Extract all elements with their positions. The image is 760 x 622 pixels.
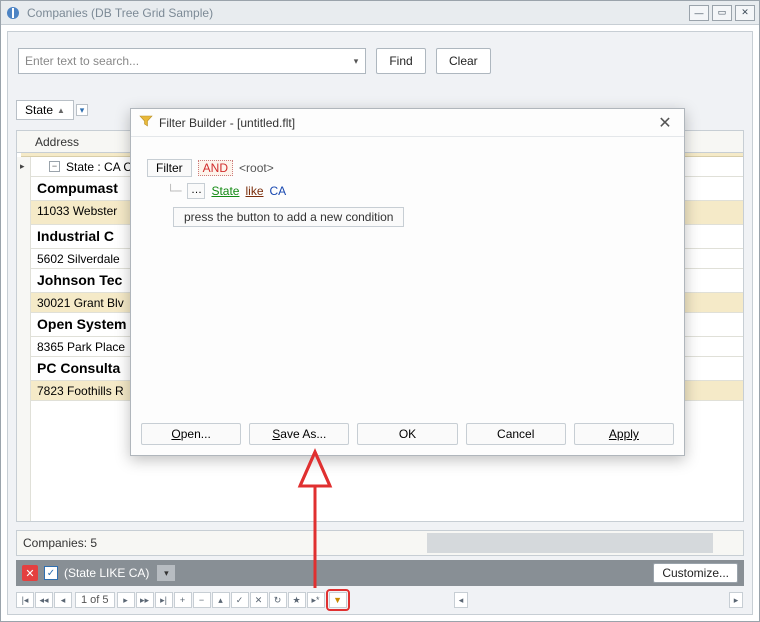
nav-edit-button[interactable]: ▴	[212, 592, 230, 608]
app-icon	[5, 5, 21, 21]
filter-root-row: Filter AND <root>	[147, 159, 674, 177]
condition-field[interactable]: State	[211, 184, 239, 198]
filter-panel: ✕ ✓ (State LIKE CA) ▾ Customize...	[16, 560, 744, 586]
chevron-right-icon[interactable]: ▸	[729, 592, 743, 608]
nav-next-page-button[interactable]: ▸▸	[136, 592, 154, 608]
filter-expression: (State LIKE CA)	[64, 566, 149, 580]
filter-label-button[interactable]: Filter	[147, 159, 192, 177]
minimize-button[interactable]: —	[689, 5, 709, 21]
nav-insert-button[interactable]: +	[174, 592, 192, 608]
customize-button[interactable]: Customize...	[653, 563, 738, 583]
nav-delete-button[interactable]: −	[193, 592, 211, 608]
condition-value[interactable]: CA	[270, 184, 287, 198]
group-by-area: State ▲ ▾	[16, 100, 88, 120]
summary-bar: Companies: 5	[16, 530, 744, 556]
tree-connector-icon: └─	[167, 184, 181, 198]
save-as-button[interactable]: Save As...	[249, 423, 349, 445]
record-navigator: |◂ ◂◂ ◂ 1 of 5 ▸ ▸▸ ▸| + − ▴ ✓ ✕ ↻ ★ ▸* …	[16, 590, 744, 610]
nav-next-button[interactable]: ▸	[117, 592, 135, 608]
nav-post-button[interactable]: ✓	[231, 592, 249, 608]
find-button[interactable]: Find	[376, 48, 426, 74]
chevron-down-icon[interactable]: ▾	[349, 51, 363, 71]
titlebar: Companies (DB Tree Grid Sample) — ▭ ✕	[1, 1, 759, 25]
nav-cancel-button[interactable]: ✕	[250, 592, 268, 608]
collapse-icon[interactable]: −	[49, 161, 60, 172]
filter-builder-dialog: Filter Builder - [untitled.flt] ✕ Filter…	[130, 108, 685, 456]
nav-page-indicator[interactable]: 1 of 5	[75, 592, 115, 608]
group-by-label: State	[25, 103, 53, 117]
condition-row: └─ … State like CA	[167, 183, 674, 199]
apply-button[interactable]: Apply	[574, 423, 674, 445]
nav-first-button[interactable]: |◂	[16, 592, 34, 608]
clear-button[interactable]: Clear	[436, 48, 491, 74]
condition-operator[interactable]: like	[245, 184, 263, 198]
close-button[interactable]: ✕	[735, 5, 755, 21]
summary-text: Companies: 5	[23, 536, 97, 550]
focused-row-indicator: ▸	[20, 161, 25, 172]
dialog-body: Filter AND <root> └─ … State like CA pre…	[141, 149, 674, 407]
nav-filter-button[interactable]: ▼	[329, 592, 347, 608]
nav-refresh-button[interactable]: ↻	[269, 592, 287, 608]
search-placeholder: Enter text to search...	[25, 54, 139, 68]
open-button[interactable]: Open...	[141, 423, 241, 445]
cancel-button[interactable]: Cancel	[466, 423, 566, 445]
dialog-title: Filter Builder - [untitled.flt]	[159, 116, 295, 130]
group-operator-button[interactable]: AND	[198, 160, 233, 176]
filter-enabled-checkbox[interactable]: ✓	[44, 566, 58, 580]
search-row: Enter text to search... ▾ Find Clear	[8, 32, 752, 84]
chevron-left-icon[interactable]: ◂	[454, 592, 468, 608]
filter-icon[interactable]: ▾	[76, 104, 88, 116]
search-input[interactable]: Enter text to search... ▾	[18, 48, 366, 74]
add-condition-hint-row: press the button to add a new condition	[173, 207, 674, 227]
group-by-pill-state[interactable]: State ▲	[16, 100, 74, 120]
add-condition-hint[interactable]: press the button to add a new condition	[173, 207, 404, 227]
annotation-highlight: ▼	[326, 589, 350, 611]
horizontal-scrollbar[interactable]	[427, 533, 713, 553]
root-label: <root>	[239, 161, 274, 175]
nav-goto-button[interactable]: ▸*	[307, 592, 325, 608]
dialog-close-button[interactable]: ✕	[654, 113, 676, 133]
sort-asc-icon: ▲	[57, 106, 65, 115]
dialog-footer: Open... Save As... OK Cancel Apply	[141, 423, 674, 445]
window-title: Companies (DB Tree Grid Sample)	[27, 6, 213, 20]
funnel-icon	[139, 114, 153, 131]
nav-prev-button[interactable]: ◂	[54, 592, 72, 608]
nav-last-button[interactable]: ▸|	[155, 592, 173, 608]
nav-bookmark-button[interactable]: ★	[288, 592, 306, 608]
nav-prev-page-button[interactable]: ◂◂	[35, 592, 53, 608]
remove-filter-button[interactable]: ✕	[22, 565, 38, 581]
ok-button[interactable]: OK	[357, 423, 457, 445]
maximize-button[interactable]: ▭	[712, 5, 732, 21]
condition-menu-button[interactable]: …	[187, 183, 205, 199]
row-indicator-column	[17, 157, 31, 522]
dialog-titlebar: Filter Builder - [untitled.flt] ✕	[131, 109, 684, 137]
filter-dropdown-button[interactable]: ▾	[157, 565, 175, 581]
